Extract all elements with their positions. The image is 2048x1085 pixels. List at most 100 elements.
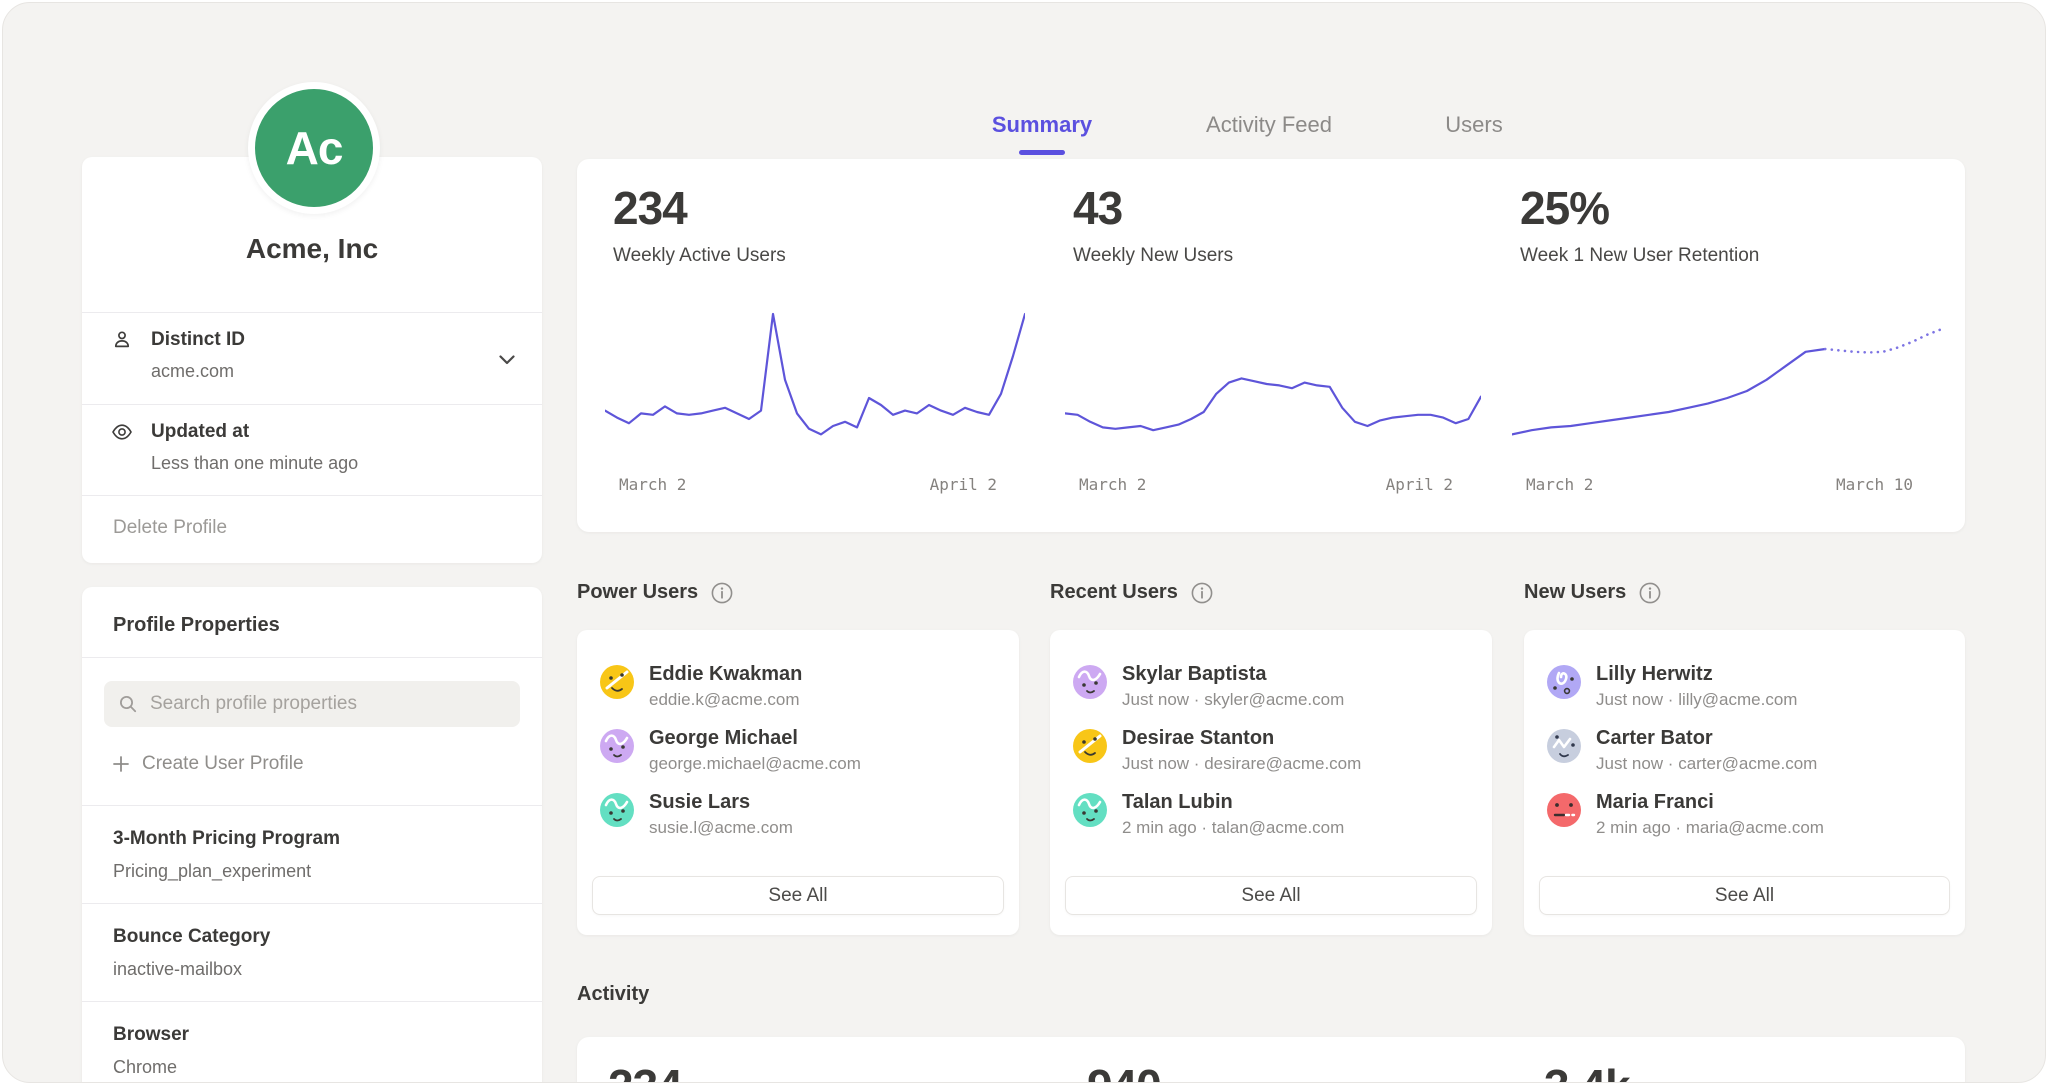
user-name: Maria Franci — [1596, 791, 1714, 814]
activity-stat-value: 234 — [608, 1059, 682, 1083]
info-icon[interactable] — [711, 582, 733, 604]
user-name: Carter Bator — [1596, 727, 1713, 750]
profile-card: Acme, Inc Distinct IDacme.com Updated at L… — [82, 157, 542, 563]
user-name: Eddie Kwakman — [649, 663, 802, 686]
property-name: Browser — [113, 1024, 189, 1046]
user-row[interactable]: Lilly HerwitzJust now · lilly@acme.com — [1547, 663, 1945, 721]
property-value: Pricing_plan_experiment — [113, 861, 311, 882]
x-axis-tick: April 2 — [1386, 475, 1453, 494]
avatar-face-meh — [1547, 793, 1581, 827]
activity-section-title: Activity — [577, 983, 649, 1006]
search-icon — [118, 694, 138, 714]
profile-field-label: Updated at — [151, 421, 249, 443]
property-name: 3-Month Pricing Program — [113, 828, 340, 850]
user-row[interactable]: Carter BatorJust now · carter@acme.com — [1547, 727, 1945, 785]
user-avatar — [1073, 665, 1107, 699]
activity-stat-value: 940 — [1087, 1059, 1161, 1083]
company-avatar: Ac — [248, 82, 380, 214]
user-name: Skylar Baptista — [1122, 663, 1267, 686]
activity-stat-value: 3.4k — [1544, 1059, 1630, 1083]
metric-column: 43Weekly New UsersMarch 2April 2 — [1065, 159, 1481, 532]
section-title: Recent Users — [1050, 581, 1178, 604]
property-name: Bounce Category — [113, 926, 270, 948]
user-avatar — [1073, 793, 1107, 827]
info-icon[interactable] — [1639, 582, 1661, 604]
user-row[interactable]: Skylar BaptistaJust now · skyler@acme.co… — [1073, 663, 1472, 721]
user-meta: susie.l@acme.com — [649, 818, 793, 838]
avatar-face-slash — [600, 665, 634, 699]
tab-summary[interactable]: Summary — [992, 112, 1092, 138]
stat-value: 234 — [613, 181, 687, 235]
profile-field-label: Distinct ID — [151, 329, 245, 351]
property-value: inactive-mailbox — [113, 959, 242, 980]
x-axis-tick: April 2 — [930, 475, 997, 494]
see-all-button[interactable]: See All — [1065, 876, 1477, 915]
user-row[interactable]: Desirae StantonJust now · desirare@acme.… — [1073, 727, 1472, 785]
create-user-profile-button[interactable]: Create User Profile — [113, 749, 304, 779]
active-tab-underline — [1019, 150, 1065, 155]
see-all-button[interactable]: See All — [592, 876, 1004, 915]
company-name: Acme, Inc — [82, 233, 542, 265]
x-axis-tick: March 2 — [619, 475, 686, 494]
user-meta: eddie.k@acme.com — [649, 690, 800, 710]
search-input[interactable] — [148, 692, 506, 716]
info-icon[interactable] — [711, 582, 733, 604]
user-avatar — [1547, 729, 1581, 763]
user-row[interactable]: Talan Lubin2 min ago · talan@acme.com — [1073, 791, 1472, 849]
sparkline-chart — [605, 297, 1025, 457]
avatar-face-slash — [1073, 729, 1107, 763]
property-value: Chrome — [113, 1057, 177, 1078]
user-list-card-new-users: Lilly HerwitzJust now · lilly@acme.com Ca… — [1524, 630, 1965, 935]
tab-users[interactable]: Users — [1445, 112, 1502, 138]
company-avatar-initials: Ac — [286, 121, 343, 175]
user-avatar — [1073, 729, 1107, 763]
x-axis-labels: March 2 March 10 — [1512, 475, 1941, 494]
create-user-profile-label: Create User Profile — [142, 753, 304, 775]
user-name: Lilly Herwitz — [1596, 663, 1713, 686]
user-row[interactable]: Eddie Kwakman eddie.k@acme.com — [600, 663, 999, 721]
delete-profile-button[interactable]: Delete Profile — [113, 517, 227, 539]
sparkline-chart — [1512, 297, 1941, 457]
user-row[interactable]: Maria Franci2 min ago · maria@acme.com — [1547, 791, 1945, 849]
stat-label: Weekly New Users — [1073, 245, 1233, 267]
user-list-card-power-users: Eddie Kwakman eddie.k@acme.com George Mich… — [577, 630, 1019, 935]
info-icon[interactable] — [1191, 582, 1213, 604]
x-axis-tick: March 10 — [1836, 475, 1913, 494]
user-name: George Michael — [649, 727, 798, 750]
user-list-card-recent-users: Skylar BaptistaJust now · skyler@acme.co… — [1050, 630, 1492, 935]
info-icon[interactable] — [1639, 582, 1661, 604]
see-all-button[interactable]: See All — [1539, 876, 1950, 915]
divider — [82, 495, 542, 496]
property-row: Browser Chrome — [82, 1001, 542, 1083]
section-title: Power Users — [577, 581, 698, 604]
eye-icon — [111, 421, 133, 443]
user-name: Susie Lars — [649, 791, 750, 814]
app-frame: Ac Acme, Inc Distinct IDacme.com Updated … — [2, 2, 2046, 1083]
section-header-recent-users: Recent Users — [1050, 581, 1213, 604]
stat-value: 43 — [1073, 181, 1122, 235]
activity-card: 234 940 3.4k — [577, 1037, 1965, 1083]
user-avatar — [1547, 793, 1581, 827]
metric-column: 234 Weekly Active Users March 2 April 2 — [605, 159, 1025, 532]
stat-label: Weekly Active Users — [613, 245, 786, 267]
property-row: Bounce Category inactive-mailbox — [82, 903, 542, 1001]
user-avatar — [600, 793, 634, 827]
x-axis-tick: March 2 — [1526, 475, 1593, 494]
info-icon[interactable] — [1191, 582, 1213, 604]
section-header-new-users: New Users — [1524, 581, 1661, 604]
user-avatar — [600, 665, 634, 699]
user-row[interactable]: Susie Lars susie.l@acme.com — [600, 791, 999, 849]
tab-activity-feed[interactable]: Activity Feed — [1206, 112, 1332, 138]
user-row[interactable]: George Michaelgeorge.michael@acme.com — [600, 727, 999, 785]
search-profile-properties[interactable] — [104, 681, 520, 727]
chevron-down-icon[interactable] — [499, 352, 515, 362]
profile-field-row[interactable]: Distinct IDacme.com — [82, 312, 542, 404]
user-meta: Just now · desirare@acme.com — [1122, 754, 1361, 774]
divider — [82, 657, 542, 658]
profile-field-value: Less than one minute ago — [151, 453, 358, 474]
avatar-face-squiggle — [600, 793, 634, 827]
user-avatar — [1547, 665, 1581, 699]
metric-column: 25%Week 1 New User RetentionMarch 2March… — [1512, 159, 1941, 532]
user-avatar — [600, 729, 634, 763]
avatar-face-loop — [1547, 665, 1581, 699]
